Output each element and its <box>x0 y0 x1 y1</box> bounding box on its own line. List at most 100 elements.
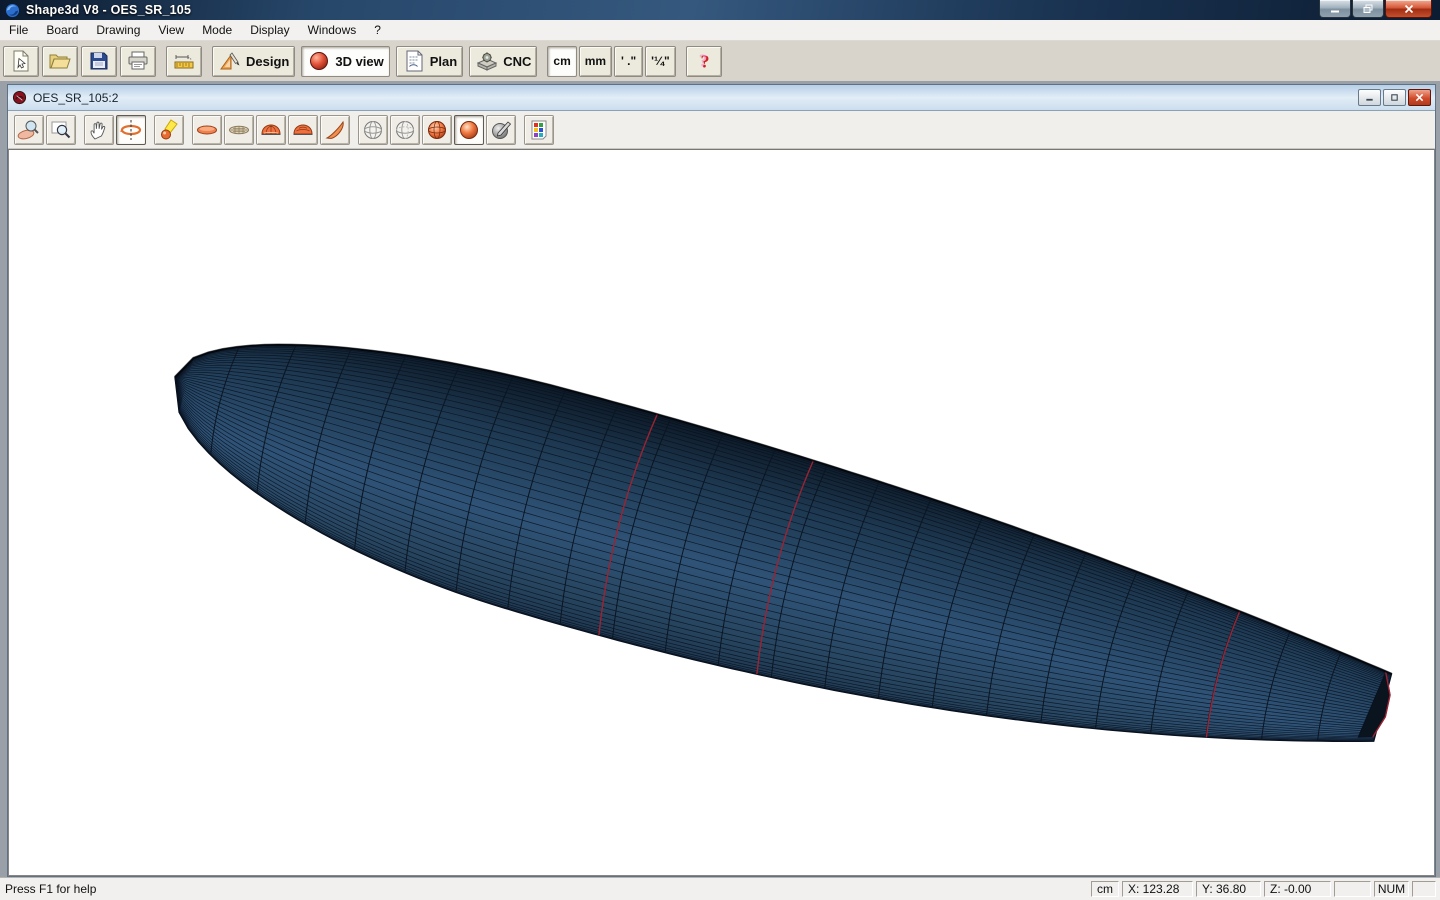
plan-mode-button[interactable]: Plan <box>396 46 463 77</box>
help-button[interactable]: ?? <box>686 46 722 77</box>
render-group <box>358 115 516 145</box>
minimize-button[interactable] <box>1319 0 1351 18</box>
menu-item-board[interactable]: Board <box>37 21 87 39</box>
main-window: Shape3d V8 - OES_SR_105 FileBoardDrawing… <box>0 0 1440 900</box>
view-back-sections-button[interactable] <box>288 115 318 145</box>
dimensions-button[interactable] <box>166 46 202 77</box>
light-button[interactable] <box>154 115 184 145</box>
menu-item-drawing[interactable]: Drawing <box>87 21 149 39</box>
zoom-group <box>14 115 76 145</box>
dome-contours-icon <box>291 118 315 142</box>
globe-hidden-icon <box>393 118 417 142</box>
menu-item-file[interactable]: File <box>0 21 37 39</box>
restore-icon <box>1363 4 1373 14</box>
sphere-mixed-icon <box>425 118 449 142</box>
child-close-icon <box>1415 93 1424 102</box>
unit-cm-button-label: cm <box>553 54 570 68</box>
menu-item-help[interactable]: ? <box>365 21 390 39</box>
cnc-icon <box>475 49 499 73</box>
palette-icon <box>527 118 551 142</box>
color-settings-button[interactable] <box>524 115 554 145</box>
view-bottom-button[interactable] <box>224 115 254 145</box>
unit-mm-button[interactable]: mm <box>579 46 612 77</box>
view-group <box>192 115 350 145</box>
menu-item-view[interactable]: View <box>149 21 193 39</box>
sphere-edit-icon <box>489 118 513 142</box>
plan-icon <box>402 49 426 73</box>
child-restore-button[interactable] <box>1383 89 1406 106</box>
dimension-icon <box>172 49 196 73</box>
child-restore-icon <box>1390 93 1399 102</box>
print-icon <box>126 49 150 73</box>
window-controls <box>1318 0 1432 18</box>
sphere3d-icon <box>307 49 331 73</box>
close-button[interactable] <box>1385 0 1432 18</box>
open-button[interactable] <box>42 46 78 77</box>
color-group <box>524 115 554 145</box>
render-wireframe-button[interactable] <box>358 115 388 145</box>
app-icon <box>5 3 20 18</box>
child-minimize-button[interactable] <box>1358 89 1381 106</box>
child-window-controls <box>1358 89 1431 106</box>
child-minimize-icon <box>1365 93 1374 102</box>
unit-inches-decimal-button-label: ' ." <box>621 54 636 68</box>
view-deck-button[interactable] <box>192 115 222 145</box>
svg-text:?: ? <box>698 51 707 71</box>
child-window-title: OES_SR_105:2 <box>33 91 118 105</box>
board-3d-render <box>9 150 1434 875</box>
new-button[interactable] <box>3 46 39 77</box>
board-solid-icon <box>195 118 219 142</box>
status-num-lock: NUM <box>1374 881 1409 897</box>
save-button[interactable] <box>81 46 117 77</box>
menu-item-display[interactable]: Display <box>241 21 298 39</box>
viewport-3d[interactable] <box>8 149 1435 876</box>
title-bar: Shape3d V8 - OES_SR_105 <box>0 0 1440 20</box>
view-front-sections-button[interactable] <box>256 115 286 145</box>
render-hidden-lines-button[interactable] <box>390 115 420 145</box>
unit-inches-fraction-button-label: '¼" <box>651 54 670 68</box>
mode-group: Design3D viewPlanCNC <box>212 46 537 77</box>
main-toolbar: Design3D viewPlanCNC cm mm ' ." '¼"?? <box>0 41 1440 82</box>
3d-view-mode-button[interactable]: 3D view <box>301 46 389 77</box>
unit-group: cm mm ' ." '¼" <box>547 46 675 77</box>
zoom-tool-button[interactable] <box>14 115 44 145</box>
render-edit-button[interactable] <box>486 115 516 145</box>
new-doc-icon <box>9 49 33 73</box>
save-icon <box>87 49 111 73</box>
zoom-window-button[interactable] <box>46 115 76 145</box>
unit-cm-button[interactable]: cm <box>547 46 576 77</box>
unit-inches-fraction-button[interactable]: '¼" <box>645 46 676 77</box>
menu-item-windows[interactable]: Windows <box>299 21 366 39</box>
print-button[interactable] <box>120 46 156 77</box>
measure-group <box>166 46 202 77</box>
render-shaded-button[interactable] <box>454 115 484 145</box>
design-mode-button[interactable]: Design <box>212 46 295 77</box>
rotate-tool-button[interactable] <box>116 115 146 145</box>
pan-hand-icon <box>87 118 111 142</box>
status-z-coordinate: Z: -0.00 <box>1264 881 1331 897</box>
child-title-bar: OES_SR_105:2 <box>8 85 1435 111</box>
rotate-orbit-icon <box>119 118 143 142</box>
navigate-group <box>84 115 146 145</box>
help-group: ?? <box>686 46 722 77</box>
restore-button[interactable] <box>1352 0 1384 18</box>
board-wire-icon <box>227 118 251 142</box>
mdi-area: OES_SR_105:2 <box>0 81 1440 878</box>
render-shaded-wire-button[interactable] <box>422 115 452 145</box>
light-spot-icon <box>157 118 181 142</box>
unit-inches-decimal-button[interactable]: ' ." <box>614 46 643 77</box>
child-close-button[interactable] <box>1408 89 1431 106</box>
window-title: Shape3d V8 - OES_SR_105 <box>26 3 191 17</box>
minimize-icon <box>1330 4 1340 14</box>
status-y-coordinate: Y: 36.80 <box>1196 881 1261 897</box>
unit-mm-button-label: mm <box>585 54 606 68</box>
cnc-mode-button[interactable]: CNC <box>469 46 537 77</box>
status-help-text: Press F1 for help <box>0 882 1091 896</box>
pan-tool-button[interactable] <box>84 115 114 145</box>
view-toolbar <box>8 111 1435 149</box>
zoom-rect-icon <box>49 118 73 142</box>
menu-item-mode[interactable]: Mode <box>193 21 241 39</box>
status-unit: cm <box>1091 881 1119 897</box>
zoom-board-icon <box>17 118 41 142</box>
view-perspective-button[interactable] <box>320 115 350 145</box>
